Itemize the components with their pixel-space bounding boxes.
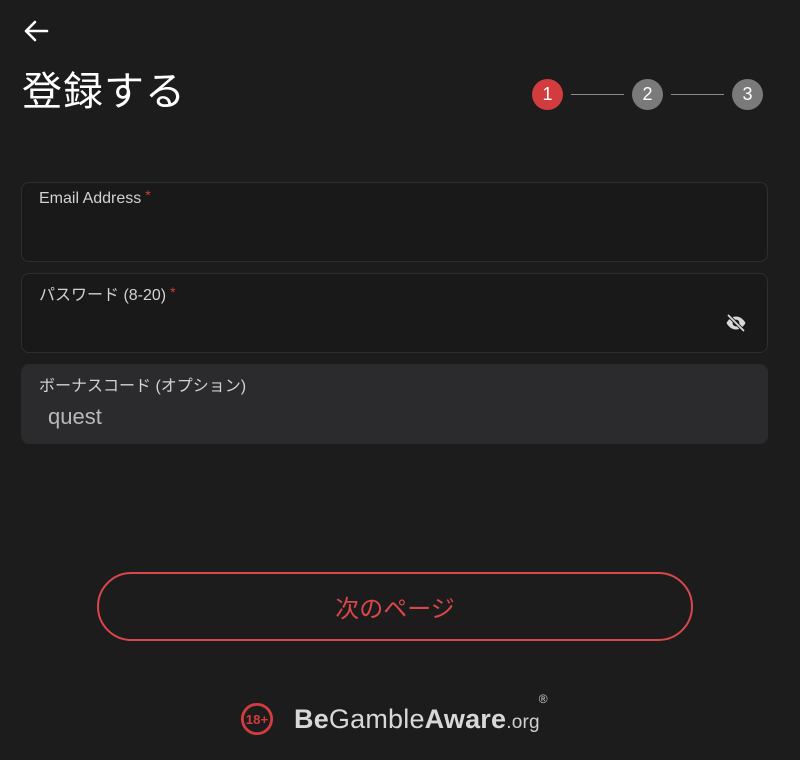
email-label: Email Address * (39, 187, 151, 208)
password-label-text: パスワード (8-20) (39, 287, 167, 304)
step-indicator: 1 2 3 (532, 78, 763, 110)
password-label: パスワード (8-20) * (39, 281, 176, 305)
password-field[interactable]: パスワード (8-20) * (21, 273, 768, 353)
begambleaware-logo[interactable]: 18+ BeGambleAware.org ® (240, 692, 548, 743)
email-label-text: Email Address (39, 190, 142, 207)
age-badge-text: 18+ (246, 712, 269, 727)
bonus-code-field[interactable]: ボーナスコード (オプション) (21, 364, 768, 444)
email-input[interactable] (39, 219, 699, 251)
age-18-plus-icon: 18+ (240, 702, 274, 736)
brand-be: Be (294, 703, 329, 734)
brand-aware: Aware (424, 703, 507, 734)
back-button[interactable] (18, 14, 54, 48)
required-mark: * (170, 284, 176, 300)
required-mark: * (145, 187, 151, 203)
arrow-left-icon (24, 20, 49, 42)
password-visibility-toggle[interactable] (725, 312, 747, 334)
bonus-code-input[interactable] (48, 401, 708, 433)
password-input[interactable] (39, 310, 699, 342)
brand-org: .org (506, 711, 540, 733)
step-3: 3 (732, 78, 763, 110)
registered-mark: ® (538, 691, 548, 706)
email-field[interactable]: Email Address * (21, 182, 768, 262)
bonus-code-label: ボーナスコード (オプション) (39, 378, 247, 395)
begambleaware-wordmark: BeGambleAware.org ® (294, 692, 548, 735)
step-1: 1 (532, 78, 563, 110)
eye-off-icon (726, 314, 746, 332)
brand-gamble: Gamble (328, 703, 425, 734)
step-2: 2 (632, 78, 663, 110)
page-title: 登録する (22, 69, 186, 115)
step-connector (671, 93, 724, 95)
step-connector (571, 93, 624, 95)
next-page-button[interactable]: 次のページ (97, 572, 693, 641)
